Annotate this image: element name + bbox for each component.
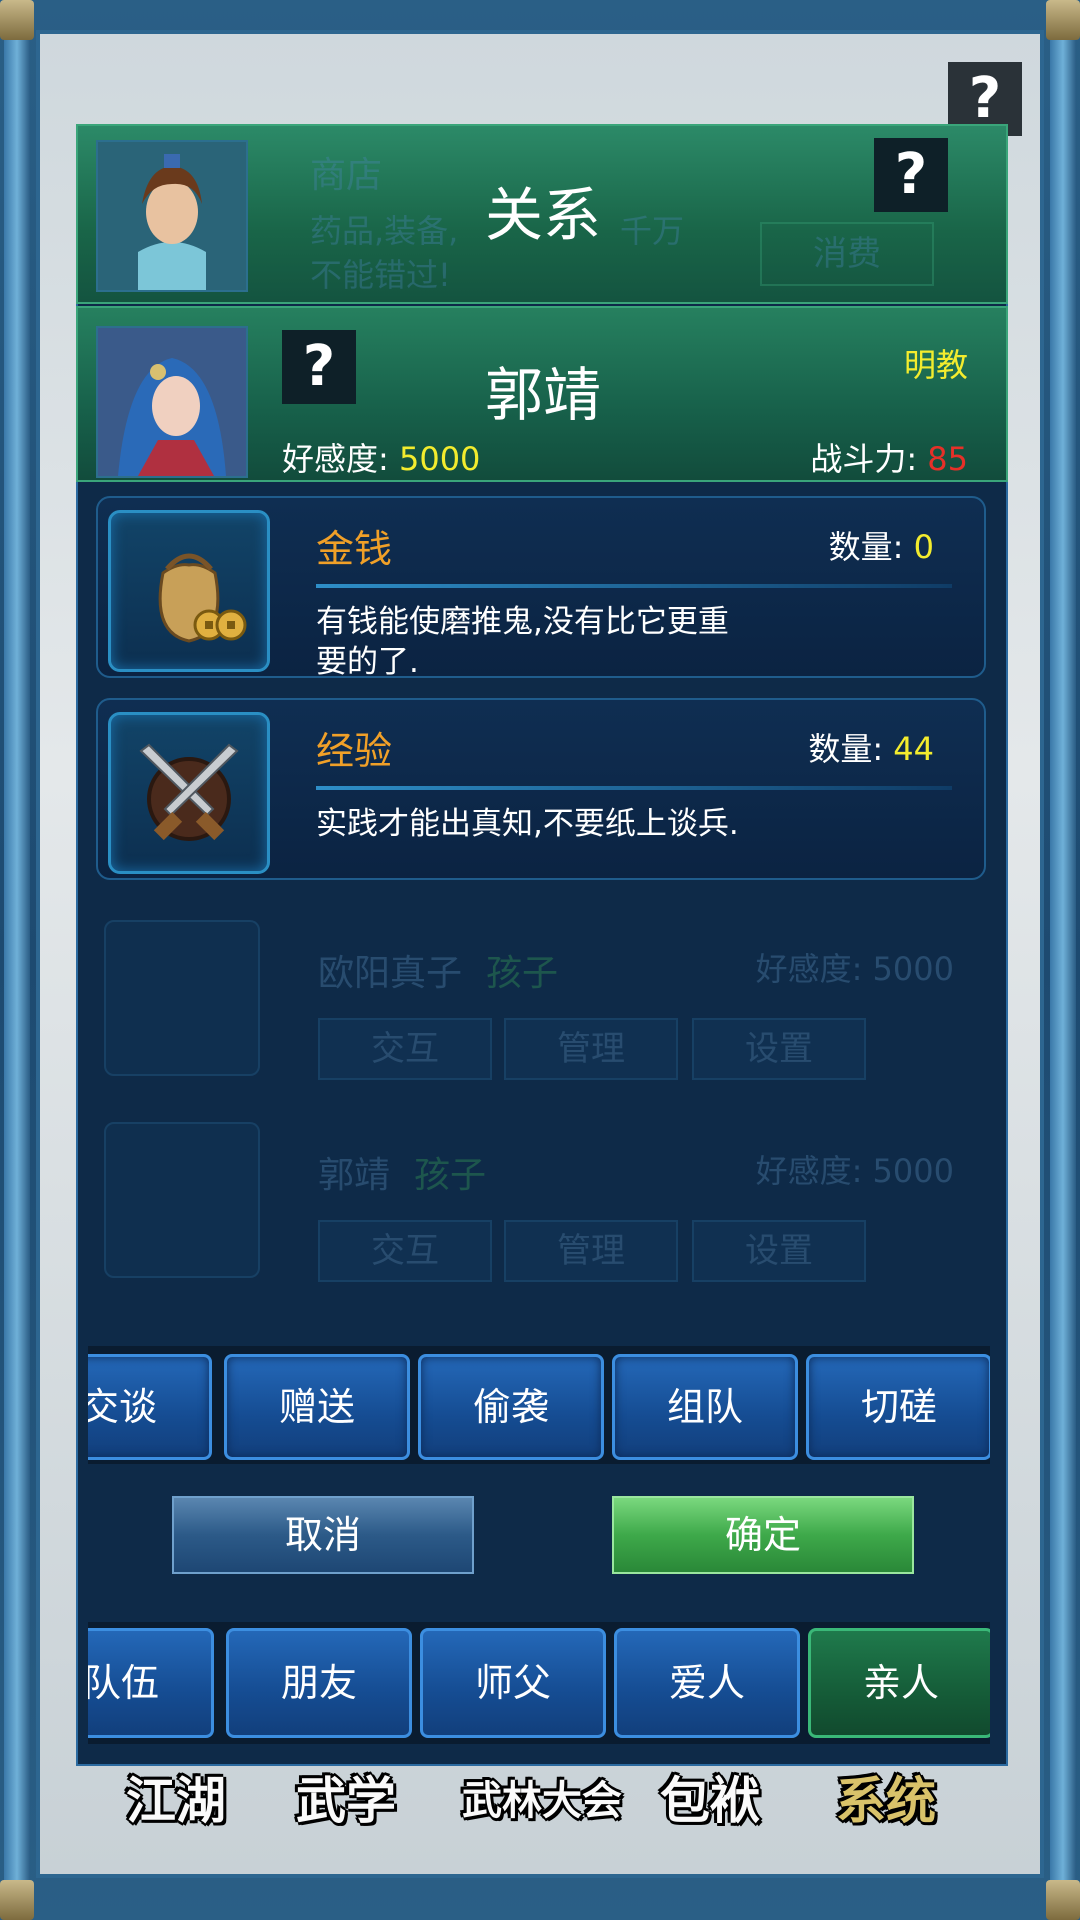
settings-button: 设置 bbox=[692, 1018, 866, 1080]
power-label: 战斗力: bbox=[810, 440, 918, 478]
favor-stat: 好感度: 5000 bbox=[282, 434, 480, 480]
interact-button: 交互 bbox=[318, 1220, 492, 1282]
item-description: 实践才能出真知,不要纸上谈兵. bbox=[316, 806, 739, 842]
relation-favor: 好感度: 5000 bbox=[755, 1152, 954, 1190]
nav-martial-arts[interactable]: 武学 bbox=[296, 1756, 396, 1846]
item-description: 有钱能使磨推鬼,没有比它更重要的了. bbox=[316, 604, 729, 680]
gift-button[interactable]: 赠送 bbox=[224, 1354, 410, 1460]
crossed-swords-icon bbox=[108, 712, 270, 874]
tab-team[interactable]: 队伍 bbox=[88, 1628, 214, 1738]
item-quantity: 数量: 44 bbox=[808, 724, 934, 770]
divider bbox=[316, 584, 952, 588]
item-card-experience[interactable]: 经验 数量: 44 实践才能出真知,不要纸上谈兵. bbox=[96, 698, 986, 880]
bottom-right-cap bbox=[1046, 1880, 1080, 1920]
action-bar: 交谈 赠送 偷袭 组队 切磋 bbox=[88, 1346, 990, 1464]
power-value: 85 bbox=[927, 440, 968, 478]
tab-master[interactable]: 师父 bbox=[420, 1628, 606, 1738]
bottom-navigation: 江湖 武学 武林大会 包袱 系统 bbox=[100, 1756, 980, 1846]
item-quantity: 数量: 0 bbox=[829, 522, 934, 568]
team-up-button[interactable]: 组队 bbox=[612, 1354, 798, 1460]
character-name: 郭靖 bbox=[484, 361, 601, 429]
sneak-attack-button[interactable]: 偷袭 bbox=[418, 1354, 604, 1460]
favor-label: 好感度: bbox=[282, 440, 389, 478]
character-header: ? 郭靖 明教 好感度: 5000 战斗力: 85 bbox=[76, 306, 1008, 482]
avatar bbox=[104, 1122, 260, 1278]
divider bbox=[316, 786, 952, 790]
manage-button: 管理 bbox=[504, 1018, 678, 1080]
nav-inventory[interactable]: 包袱 bbox=[660, 1756, 760, 1846]
talk-button[interactable]: 交谈 bbox=[88, 1354, 212, 1460]
nav-tournament[interactable]: 武林大会 bbox=[462, 1756, 622, 1846]
relation-name: 郭靖 孩子 bbox=[318, 1155, 487, 1196]
character-sect: 明教 bbox=[903, 346, 968, 384]
quantity-value: 44 bbox=[893, 730, 934, 768]
quantity-label: 数量: bbox=[808, 730, 884, 768]
money-bag-icon bbox=[108, 510, 270, 672]
interact-button: 交互 bbox=[318, 1018, 492, 1080]
list-item: 欧阳真子 孩子 好感度: 5000 交互 管理 设置 bbox=[104, 920, 984, 1088]
confirm-button[interactable]: 确定 bbox=[612, 1496, 914, 1574]
tab-lover[interactable]: 爱人 bbox=[614, 1628, 800, 1738]
settings-button: 设置 bbox=[692, 1220, 866, 1282]
hero-portrait bbox=[96, 140, 248, 292]
nav-jianghu[interactable]: 江湖 bbox=[126, 1756, 226, 1846]
relation-name: 欧阳真子 孩子 bbox=[318, 953, 559, 994]
nav-system[interactable]: 系统 bbox=[836, 1756, 936, 1846]
panel-title: 关系 bbox=[484, 181, 601, 249]
manage-button: 管理 bbox=[504, 1220, 678, 1282]
relations-header: 商店 药品,装备, 千万 不能错过! 消费 关系 ? bbox=[76, 124, 1008, 304]
item-name: 经验 bbox=[316, 729, 393, 773]
cancel-button[interactable]: 取消 bbox=[172, 1496, 474, 1574]
bg-shop-desc-2: 不能错过! bbox=[310, 256, 451, 294]
power-stat: 战斗力: 85 bbox=[810, 434, 968, 480]
item-card-money[interactable]: 金钱 数量: 0 有钱能使磨推鬼,没有比它更重要的了. bbox=[96, 496, 986, 680]
list-item: 郭靖 孩子 好感度: 5000 交互 管理 设置 bbox=[104, 1122, 984, 1290]
relation-tabs: 队伍 朋友 师父 爱人 亲人 bbox=[88, 1622, 990, 1744]
spar-button[interactable]: 切磋 bbox=[806, 1354, 990, 1460]
bg-shop-name: 商店 bbox=[310, 155, 383, 196]
tab-family[interactable]: 亲人 bbox=[808, 1628, 990, 1738]
left-pillar bbox=[4, 0, 30, 1920]
character-help-button[interactable]: ? bbox=[282, 330, 356, 404]
item-name: 金钱 bbox=[316, 527, 393, 571]
avatar bbox=[104, 920, 260, 1076]
bottom-left-cap bbox=[0, 1880, 34, 1920]
help-button[interactable]: ? bbox=[874, 138, 948, 212]
tab-friends[interactable]: 朋友 bbox=[226, 1628, 412, 1738]
quantity-label: 数量: bbox=[828, 528, 904, 566]
quantity-value: 0 bbox=[913, 528, 934, 566]
character-portrait bbox=[96, 326, 248, 478]
relation-favor: 好感度: 5000 bbox=[755, 950, 954, 988]
bg-shop-button: 消费 bbox=[760, 222, 934, 286]
right-pillar bbox=[1050, 0, 1076, 1920]
favor-value: 5000 bbox=[398, 440, 481, 478]
top-left-cap bbox=[0, 0, 34, 40]
top-right-cap bbox=[1046, 0, 1080, 40]
